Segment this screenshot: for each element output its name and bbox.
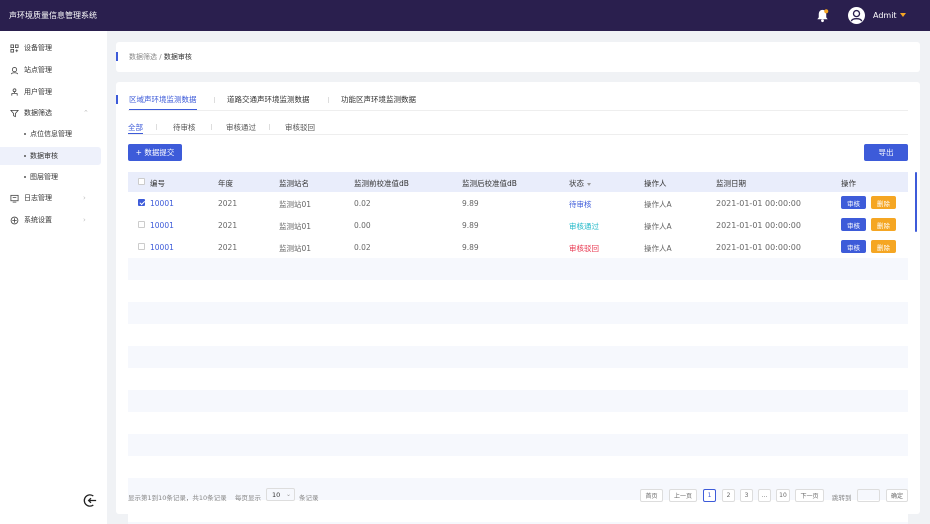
first-page-button[interactable]: 首页 <box>640 489 663 502</box>
table-header: 编号 年度 监测站名 监测前校准值dB 监测后校准值dB 状态 操作人 监测日期… <box>128 172 908 192</box>
sidebar-item-data-filter[interactable]: 数据筛选 ⌃ <box>0 105 107 121</box>
table-row: 10001 2021 监测站01 0.02 9.89 审核驳回 操作人A 202… <box>128 236 908 258</box>
table-row: 10001 2021 监测站01 0.02 9.89 待审核 操作人A 2021… <box>128 192 908 214</box>
status-badge: 审核通过 <box>569 222 599 231</box>
select-all-checkbox[interactable] <box>138 178 145 185</box>
submit-data-button[interactable]: + 数据提交 <box>128 144 182 161</box>
page-button-2[interactable]: 2 <box>722 489 735 502</box>
status-badge: 审核驳回 <box>569 244 599 253</box>
delete-button[interactable]: 删除 <box>871 218 896 231</box>
sidebar-item-users[interactable]: 用户管理 <box>0 84 107 100</box>
empty-row <box>128 456 908 478</box>
jump-label: 跳转到 <box>832 494 852 502</box>
filter-approved[interactable]: 审核通过 <box>226 122 256 134</box>
page-size-select[interactable]: 10 ⌄ <box>266 488 295 501</box>
empty-row <box>128 368 908 390</box>
filter-all[interactable]: 全部 <box>128 122 143 134</box>
breadcrumb-card: 数据筛选 / 数据审核 <box>116 42 920 72</box>
sidebar-subitem-data-audit[interactable]: 数据审核 <box>0 147 101 165</box>
bell-icon[interactable] <box>815 8 830 23</box>
audit-button[interactable]: 审核 <box>841 196 866 209</box>
audit-button[interactable]: 审核 <box>841 240 866 253</box>
empty-row <box>128 324 908 346</box>
chevron-down-icon: ⌄ <box>286 491 292 498</box>
tab-road-traffic[interactable]: 道路交通声环境监测数据 <box>227 94 310 110</box>
row-checkbox[interactable] <box>138 199 145 206</box>
device-icon <box>10 43 19 53</box>
chevron-right-icon: › <box>83 194 86 202</box>
confirm-jump-button[interactable]: 确定 <box>886 489 908 502</box>
empty-row <box>128 280 908 302</box>
sidebar-subitem-point-info[interactable]: 点位信息管理 <box>0 125 107 143</box>
logout-icon[interactable] <box>83 493 98 508</box>
location-icon <box>10 66 19 74</box>
delete-button[interactable]: 删除 <box>871 196 896 209</box>
status-badge: 待审核 <box>569 200 592 209</box>
empty-row <box>128 434 908 456</box>
app-title: 声环境质量信息管理系统 <box>9 11 97 20</box>
top-bar: 声环境质量信息管理系统 Admit <box>0 0 930 31</box>
sidebar-item-system-settings[interactable]: 系统设置 › <box>0 212 107 228</box>
empty-row <box>128 258 908 280</box>
username[interactable]: Admit <box>873 11 897 20</box>
log-icon <box>10 194 19 203</box>
row-checkbox[interactable] <box>138 221 145 228</box>
empty-row <box>128 302 908 324</box>
filter-icon <box>10 109 19 117</box>
empty-row <box>128 390 908 412</box>
users-icon <box>11 87 18 96</box>
main-card: 区域声环境监测数据 道路交通声环境监测数据 功能区声环境监测数据 全部 待审核 … <box>116 82 920 524</box>
tab-functional-zone[interactable]: 功能区声环境监测数据 <box>341 94 416 110</box>
audit-button[interactable]: 审核 <box>841 218 866 231</box>
jump-page-input[interactable] <box>857 489 880 502</box>
pagination-info: 显示第1到10条记录，共10条记录 <box>128 494 227 502</box>
delete-button[interactable]: 删除 <box>871 240 896 253</box>
page-button-1[interactable]: 1 <box>703 489 716 502</box>
page-button-3[interactable]: 3 <box>740 489 753 502</box>
sort-icon <box>587 182 591 186</box>
next-page-button[interactable]: 下一页 <box>795 489 824 502</box>
chevron-down-icon[interactable] <box>900 13 906 17</box>
page-button-10[interactable]: 10 <box>776 489 790 502</box>
settings-icon <box>10 216 19 224</box>
sidebar-item-stations[interactable]: 站点管理 <box>0 62 107 78</box>
chevron-right-icon: › <box>83 216 86 224</box>
sidebar-item-devices[interactable]: 设备管理 <box>0 40 107 56</box>
sidebar: 设备管理 站点管理 用户管理 数据筛选 ⌃ 点位信息管理 数据审核 图层管理 日… <box>0 31 107 524</box>
prev-page-button[interactable]: 上一页 <box>669 489 697 502</box>
breadcrumb: 数据筛选 / 数据审核 <box>129 53 192 61</box>
filter-rejected[interactable]: 审核驳回 <box>285 122 315 134</box>
filter-pending[interactable]: 待审核 <box>173 122 196 134</box>
row-checkbox[interactable] <box>138 243 145 250</box>
sidebar-subitem-layers[interactable]: 图层管理 <box>0 168 107 186</box>
empty-row <box>128 346 908 368</box>
sidebar-item-logs[interactable]: 日志管理 › <box>0 190 107 206</box>
avatar[interactable] <box>848 7 865 24</box>
chevron-up-icon: ⌃ <box>83 109 89 117</box>
empty-row <box>128 500 908 522</box>
page-ellipsis: ... <box>758 489 771 502</box>
tab-regional[interactable]: 区域声环境监测数据 <box>129 94 197 110</box>
breadcrumb-current: 数据审核 <box>163 53 192 61</box>
table-row: 10001 2021 监测站01 0.00 9.89 审核通过 操作人A 202… <box>128 214 908 236</box>
status-header[interactable]: 状态 <box>569 178 591 189</box>
breadcrumb-parent[interactable]: 数据筛选 <box>129 53 157 61</box>
export-button[interactable]: 导出 <box>864 144 908 161</box>
scrollbar[interactable] <box>915 172 917 232</box>
empty-row <box>128 412 908 434</box>
